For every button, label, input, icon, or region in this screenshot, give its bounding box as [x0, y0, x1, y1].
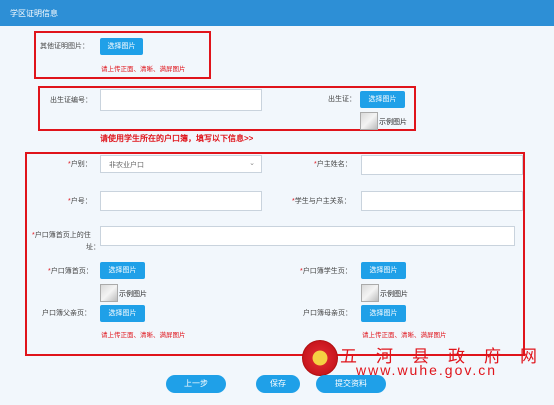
relation-input[interactable] — [361, 191, 523, 211]
save-button[interactable]: 保存 — [256, 375, 300, 393]
national-emblem-icon — [302, 340, 338, 376]
student-page-sample-label: 示例图片 — [380, 291, 408, 298]
birth-cert-sample-label: 示例图片 — [379, 119, 407, 126]
first-page-label: *户口簿首页： — [48, 268, 93, 275]
submit-button[interactable]: 提交资料 — [316, 375, 386, 393]
household-type-select[interactable]: 非农业户口 ⌄ — [100, 155, 262, 173]
household-number-input[interactable] — [100, 191, 262, 211]
student-page-sample-thumbnail[interactable] — [361, 284, 379, 302]
relation-label: *学生与户主关系： — [292, 198, 351, 205]
father-page-hint: 请上传正面、清晰、满屏图片 — [101, 332, 186, 339]
chevron-down-icon: ⌄ — [249, 160, 255, 167]
first-page-sample-label: 示例图片 — [119, 291, 147, 298]
other-proof-upload-button[interactable]: 选择图片 — [100, 38, 143, 55]
household-number-label: *户号： — [68, 198, 92, 205]
first-page-upload-button[interactable]: 选择图片 — [100, 262, 145, 279]
student-page-label: *户口簿学生页： — [300, 268, 352, 275]
household-type-label: *户别： — [68, 161, 92, 168]
address-label-cont: 址： — [86, 244, 100, 251]
father-page-upload-button[interactable]: 选择图片 — [100, 305, 145, 322]
section-title: 学区证明信息 — [10, 9, 58, 18]
student-page-upload-button[interactable]: 选择图片 — [361, 262, 406, 279]
household-notice: 请使用学生所在的户口簿，填写以下信息>> — [100, 134, 254, 143]
first-page-sample-thumbnail[interactable] — [100, 284, 118, 302]
household-type-value: 非农业户口 — [109, 162, 144, 169]
birth-cert-number-label: 出生证编号： — [50, 97, 92, 104]
mother-page-upload-button[interactable]: 选择图片 — [361, 305, 406, 322]
address-input[interactable] — [100, 226, 515, 246]
head-name-input[interactable] — [361, 155, 523, 175]
other-proof-label: 其他证明图片： — [40, 43, 89, 50]
prev-step-button[interactable]: 上一步 — [166, 375, 226, 393]
mother-page-label: 户口簿母亲页： — [303, 310, 352, 317]
birth-cert-sample-thumbnail[interactable] — [360, 112, 378, 130]
household-highlight — [25, 152, 525, 356]
section-header: 学区证明信息 — [0, 0, 554, 26]
birth-cert-number-input[interactable] — [100, 89, 262, 111]
birth-cert-upload-button[interactable]: 选择图片 — [360, 91, 405, 108]
head-name-label: *户主姓名： — [314, 161, 352, 168]
father-page-label: 户口簿父亲页： — [42, 310, 91, 317]
mother-page-hint: 请上传正面、清晰、满屏图片 — [362, 332, 447, 339]
other-proof-hint: 请上传正面、清晰、满屏图片 — [101, 66, 186, 73]
address-label: *户口簿首页上的住 — [32, 232, 91, 239]
birth-cert-label: 出生证： — [328, 96, 356, 103]
